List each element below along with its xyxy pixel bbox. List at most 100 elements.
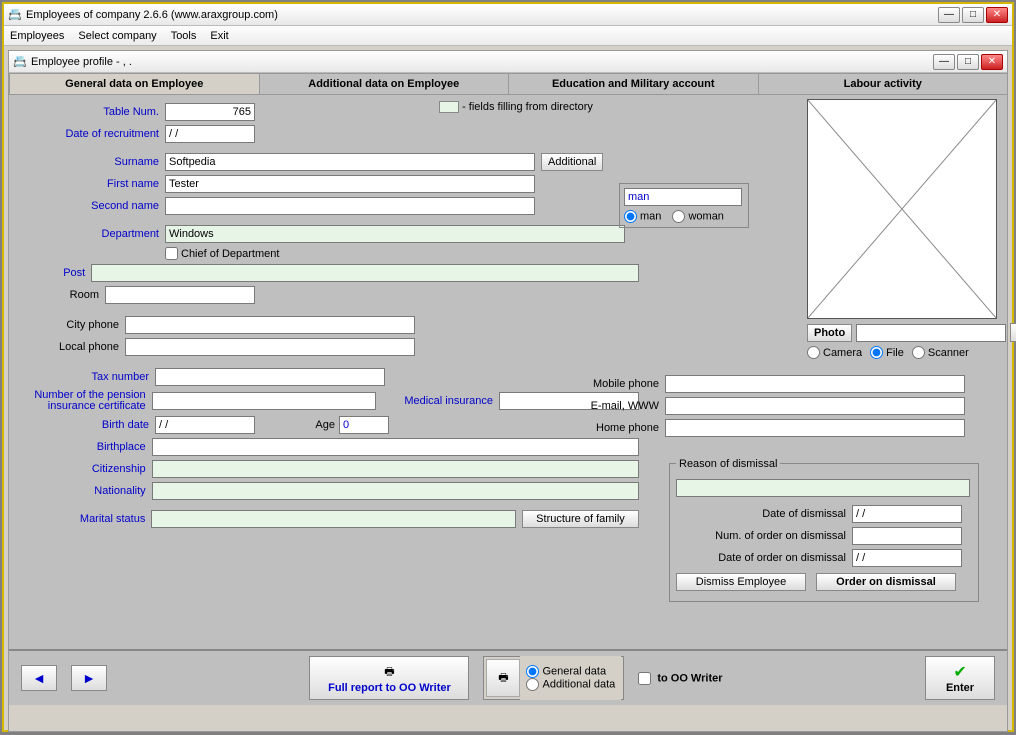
gender-text-input[interactable]	[624, 188, 742, 206]
photo-path-input[interactable]	[856, 324, 1006, 342]
label-num-order-dismissal: Num. of order on dismissal	[676, 530, 846, 542]
label-woman: woman	[688, 210, 723, 222]
city-phone-input[interactable]	[125, 316, 415, 334]
photo-button[interactable]: Photo	[807, 324, 852, 342]
enter-button[interactable]: ✔ Enter	[925, 656, 995, 700]
birth-date-input[interactable]	[155, 416, 255, 434]
menu-bar: Employees Select company Tools Exit	[4, 26, 1012, 46]
birthplace-input[interactable]	[152, 438, 639, 456]
tab-education[interactable]: Education and Military account	[508, 73, 759, 94]
label-file: File	[886, 347, 904, 359]
browse-button[interactable]: 📁	[1010, 323, 1016, 342]
nationality-input[interactable]	[152, 482, 639, 500]
gender-man-radio[interactable]	[624, 210, 637, 223]
inner-title-bar: 📇 Employee profile - , . — □ ✕	[9, 51, 1007, 73]
email-input[interactable]	[665, 397, 965, 415]
label-table-num: Table Num.	[19, 106, 159, 118]
print-data-button[interactable]: 🖶	[486, 659, 520, 697]
dismissal-reason-input[interactable]	[676, 479, 970, 497]
tab-general[interactable]: General data on Employee	[9, 73, 260, 94]
dismiss-employee-button[interactable]: Dismiss Employee	[676, 573, 806, 591]
inner-window-title: Employee profile - , .	[31, 56, 933, 68]
label-scanner: Scanner	[928, 347, 969, 359]
label-first-name: First name	[19, 178, 159, 190]
label-city-phone: City phone	[19, 319, 119, 331]
room-input[interactable]	[105, 286, 255, 304]
maximize-button[interactable]: □	[962, 7, 984, 23]
gender-woman-radio[interactable]	[672, 210, 685, 223]
label-date-recruit: Date of recruitment	[19, 128, 159, 140]
general-data-radio[interactable]	[526, 665, 539, 678]
surname-input[interactable]	[165, 153, 535, 171]
hint-text: - fields filling from directory	[462, 101, 593, 113]
outer-title-bar: 📇 Employees of company 2.6.6 (www.araxgr…	[4, 4, 1012, 26]
tabs: General data on Employee Additional data…	[9, 73, 1007, 95]
marital-input[interactable]	[151, 510, 516, 528]
close-button[interactable]: ✕	[986, 7, 1008, 23]
inner-maximize-button[interactable]: □	[957, 54, 979, 70]
label-man: man	[640, 210, 661, 222]
photo-section: Photo 📁 Camera File Scanner	[807, 99, 997, 363]
inner-minimize-button[interactable]: —	[933, 54, 955, 70]
to-oo-writer-checkbox[interactable]	[638, 672, 651, 685]
label-med-ins: Medical insurance	[386, 395, 493, 407]
file-radio[interactable]	[870, 346, 883, 359]
next-button[interactable]: ►	[71, 665, 107, 691]
mobile-phone-input[interactable]	[665, 375, 965, 393]
tab-additional[interactable]: Additional data on Employee	[259, 73, 510, 94]
scanner-radio[interactable]	[912, 346, 925, 359]
order-dismissal-button[interactable]: Order on dismissal	[816, 573, 956, 591]
date-recruit-input[interactable]	[165, 125, 255, 143]
label-citizenship: Citizenship	[19, 463, 146, 475]
menu-exit[interactable]: Exit	[210, 30, 228, 42]
prev-button[interactable]: ◄	[21, 665, 57, 691]
label-nationality: Nationality	[19, 485, 146, 497]
home-phone-input[interactable]	[665, 419, 965, 437]
label-additional-data: Additional data	[542, 678, 615, 690]
label-to-oo: to OO Writer	[657, 672, 722, 684]
minimize-button[interactable]: —	[938, 7, 960, 23]
table-num-input[interactable]	[165, 103, 255, 121]
menu-employees[interactable]: Employees	[10, 30, 64, 42]
outer-window-title: Employees of company 2.6.6 (www.araxgrou…	[26, 9, 938, 21]
photo-frame	[807, 99, 997, 319]
pension-input[interactable]	[152, 392, 376, 410]
enter-label: Enter	[946, 682, 974, 694]
department-input[interactable]	[165, 225, 625, 243]
tax-input[interactable]	[155, 368, 385, 386]
green-swatch-icon	[439, 101, 459, 113]
second-name-input[interactable]	[165, 197, 535, 215]
label-tax: Tax number	[19, 371, 149, 383]
profile-icon: 📇	[13, 55, 27, 69]
app-icon: 📇	[8, 8, 22, 22]
label-age: Age	[295, 419, 335, 431]
additional-button[interactable]: Additional	[541, 153, 603, 171]
menu-select-company[interactable]: Select company	[78, 30, 156, 42]
label-surname: Surname	[19, 156, 159, 168]
local-phone-input[interactable]	[125, 338, 415, 356]
structure-family-button[interactable]: Structure of family	[522, 510, 639, 528]
dismissal-legend: Reason of dismissal	[676, 458, 780, 470]
date-dismissal-input[interactable]	[852, 505, 962, 523]
additional-data-radio[interactable]	[526, 678, 539, 691]
inner-close-button[interactable]: ✕	[981, 54, 1003, 70]
label-chief: Chief of Department	[181, 248, 279, 260]
label-department: Department	[19, 228, 159, 240]
citizenship-input[interactable]	[152, 460, 639, 478]
label-birth-date: Birth date	[19, 419, 149, 431]
menu-tools[interactable]: Tools	[171, 30, 197, 42]
label-general-data: General data	[542, 665, 606, 677]
num-order-dismissal-input[interactable]	[852, 527, 962, 545]
camera-radio[interactable]	[807, 346, 820, 359]
label-email: E-mail, WWW	[579, 400, 659, 412]
first-name-input[interactable]	[165, 175, 535, 193]
full-report-button[interactable]: 🖶 Full report to OO Writer	[309, 656, 469, 700]
post-input[interactable]	[91, 264, 639, 282]
printer-icon: 🖶	[384, 663, 394, 682]
chief-checkbox[interactable]	[165, 247, 178, 260]
label-birthplace: Birthplace	[19, 441, 146, 453]
date-order-dismissal-input[interactable]	[852, 549, 962, 567]
age-input[interactable]	[339, 416, 389, 434]
tab-labour[interactable]: Labour activity	[758, 73, 1009, 94]
label-local-phone: Local phone	[19, 341, 119, 353]
